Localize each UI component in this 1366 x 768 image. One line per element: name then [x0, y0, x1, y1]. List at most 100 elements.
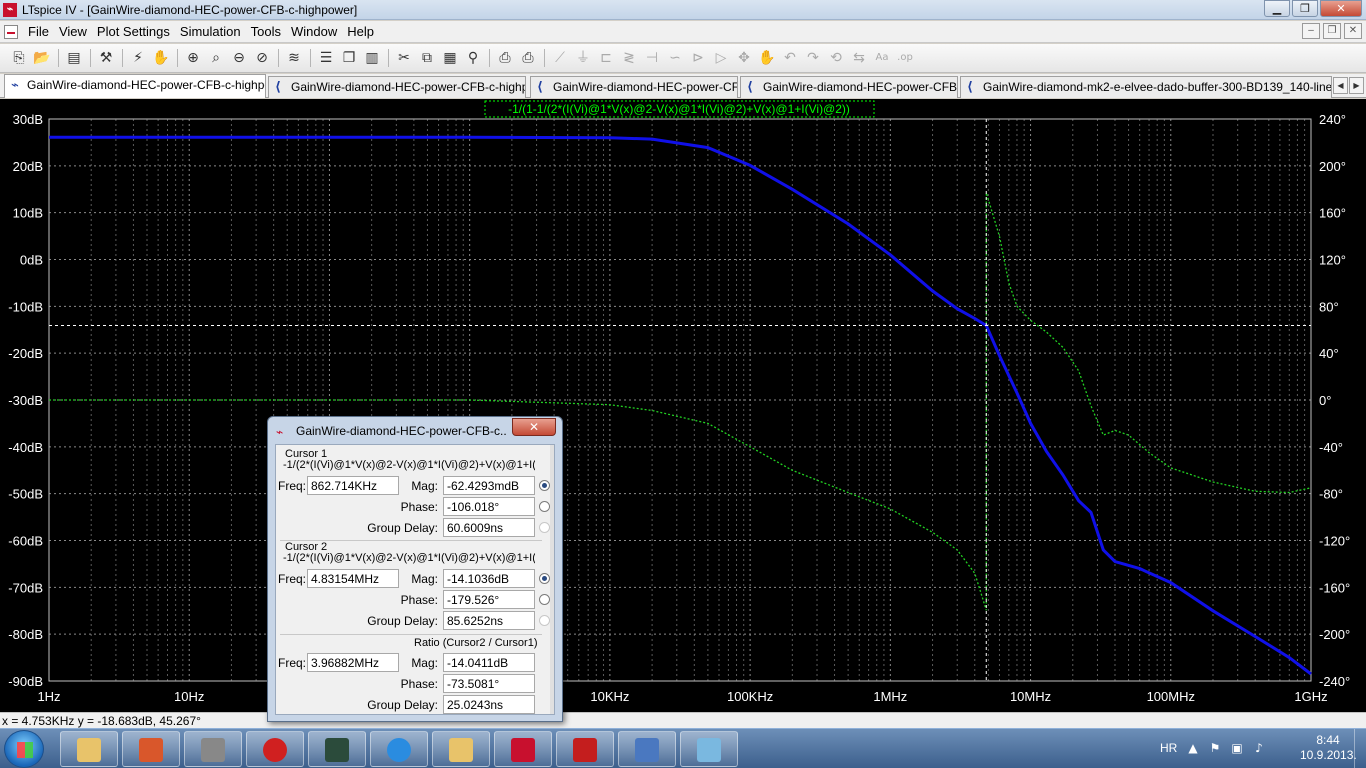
pan-icon[interactable]: ✋ [150, 48, 172, 68]
tile-vertical-icon[interactable]: ▥ [361, 48, 383, 68]
magnitude-trace[interactable] [49, 135, 1312, 676]
taskbar-button[interactable] [680, 731, 738, 767]
minimize-button[interactable]: ▁ [1264, 0, 1290, 17]
mdi-restore-button[interactable]: ❐ [1323, 23, 1341, 39]
taskbar-button[interactable] [432, 731, 490, 767]
taskbar-button[interactable] [556, 731, 614, 767]
inductor-icon[interactable]: ∽ [664, 48, 686, 68]
new-schematic-icon[interactable]: ⎘ [8, 48, 30, 68]
cursor2-group-delay-radio[interactable] [539, 615, 550, 626]
cursor1-phase-radio[interactable] [539, 501, 550, 512]
cursor2-group-delay-field[interactable]: 85.6252ns [443, 611, 535, 630]
menu-tools[interactable]: Tools [249, 24, 289, 39]
find-icon[interactable]: ⚲ [462, 48, 484, 68]
undo-icon[interactable]: ↶ [779, 48, 801, 68]
cascade-icon[interactable]: ❐ [338, 48, 360, 68]
cursor1-mag-field[interactable]: -62.4293mdB [443, 476, 535, 495]
show-hidden-icons-icon[interactable]: ▲ [1186, 742, 1200, 755]
diode-icon[interactable]: ⊳ [687, 48, 709, 68]
tab-gainwire-c-highpower-waveform[interactable]: ⌁ GainWire-diamond-HEC-power-CFB-c-highp… [4, 74, 266, 98]
taskbar-button[interactable] [60, 731, 118, 767]
tab-gainwire-cfb-d-2[interactable]: ⟨ GainWire-diamond-HEC-power-CFB-d-2 [740, 76, 958, 98]
cursor2-mag-radio[interactable] [539, 573, 550, 584]
taskbar-button[interactable] [618, 731, 676, 767]
ratio-mag-field[interactable]: -14.0411dB [443, 653, 535, 672]
clock[interactable]: 8:44 10.9.2013. [1300, 733, 1357, 763]
show-desktop-button[interactable] [1354, 729, 1366, 768]
print-icon[interactable]: ⎙ [517, 48, 539, 68]
zoom-in-icon[interactable]: ⊕ [182, 48, 204, 68]
run-icon[interactable]: ⚡ [127, 48, 149, 68]
cursor2-phase-radio[interactable] [539, 594, 550, 605]
document-menu-icon[interactable] [4, 25, 18, 39]
drag-icon[interactable]: ✋ [756, 48, 778, 68]
zoom-area-icon[interactable]: ⌕ [205, 48, 227, 68]
zoom-cancel-icon[interactable]: ⊘ [251, 48, 273, 68]
mdi-minimize-button[interactable]: – [1302, 23, 1320, 39]
cursor1-group-delay-radio[interactable] [539, 522, 550, 533]
capacitor-icon[interactable]: ⊣ [641, 48, 663, 68]
ratio-group-delay-field[interactable]: 25.0243ns [443, 695, 535, 714]
ratio-freq-field[interactable]: 3.96882MHz [307, 653, 399, 672]
move-icon[interactable]: ✥ [733, 48, 755, 68]
menu-simulation[interactable]: Simulation [178, 24, 249, 39]
start-button[interactable] [4, 730, 44, 768]
menu-file[interactable]: File [26, 24, 57, 39]
rotate-icon[interactable]: ⟲ [825, 48, 847, 68]
ratio-phase-field[interactable]: -73.5081° [443, 674, 535, 693]
maximize-button[interactable]: ❐ [1292, 0, 1318, 17]
cut-icon[interactable]: ✂ [393, 48, 415, 68]
menu-window[interactable]: Window [289, 24, 345, 39]
cursor2-mag-field[interactable]: -14.1036dB [443, 569, 535, 588]
ground-icon[interactable]: ⏚ [572, 48, 594, 68]
paste-icon[interactable]: ▦ [439, 48, 461, 68]
save-icon[interactable]: ▤ [63, 48, 85, 68]
label-icon[interactable]: ⊏ [595, 48, 617, 68]
tab-gainwire-cfb-d[interactable]: ⟨ GainWire-diamond-HEC-power-CFB-d [530, 76, 738, 98]
taskbar-button[interactable] [494, 731, 552, 767]
open-icon[interactable]: 📂 [31, 48, 53, 68]
taskbar-button[interactable] [122, 731, 180, 767]
close-button[interactable]: ✕ [1320, 0, 1362, 17]
menu-help[interactable]: Help [345, 24, 382, 39]
taskbar-button[interactable] [246, 731, 304, 767]
tab-gainwire-mk2-lineamp[interactable]: ⟨ GainWire-diamond-mk2-e-elvee-dado-buff… [960, 76, 1332, 98]
zoom-out-icon[interactable]: ⊖ [228, 48, 250, 68]
cursor1-phase-field[interactable]: -106.018° [443, 497, 535, 516]
tab-gainwire-c-highpower-schematic[interactable]: ⟨ GainWire-diamond-HEC-power-CFB-c-highp… [268, 76, 526, 98]
menu-view[interactable]: View [57, 24, 95, 39]
cursor1-group-delay-field[interactable]: 60.6009ns [443, 518, 535, 537]
mdi-close-button[interactable]: ✕ [1344, 23, 1362, 39]
cursor2-freq-field[interactable]: 4.83154MHz [307, 569, 399, 588]
action-center-icon[interactable]: ⚑ [1208, 742, 1222, 755]
tile-horizontal-icon[interactable]: ☰ [315, 48, 337, 68]
print-preview-icon[interactable]: ⎙ [494, 48, 516, 68]
taskbar-button[interactable] [308, 731, 366, 767]
menu-plot-settings[interactable]: Plot Settings [95, 24, 178, 39]
spice-directive-icon[interactable]: .op [894, 48, 916, 68]
trace-title[interactable]: -1/(1-1/(2*(I(Vi)@1*V(x)@2-V(x)@1*I(Vi)@… [508, 102, 850, 116]
taskbar-button[interactable] [370, 731, 428, 767]
phase-trace[interactable] [49, 192, 1312, 611]
dialog-scrollbar[interactable] [550, 445, 554, 714]
cursor1-freq-field[interactable]: 862.714KHz [307, 476, 399, 495]
tab-scroll-left-button[interactable]: ◀ [1333, 77, 1348, 94]
cursor1-mag-radio[interactable] [539, 480, 550, 491]
bode-plot[interactable]: 30dB 20dB 10dB 0dB -10dB -20dB -30dB -40dB -50dB… [0, 99, 1366, 712]
taskbar-button[interactable] [184, 731, 242, 767]
copy-icon[interactable]: ⧉ [416, 48, 438, 68]
mirror-icon[interactable]: ⇆ [848, 48, 870, 68]
tab-scroll-right-button[interactable]: ▶ [1349, 77, 1364, 94]
waveform-plot-pane[interactable]: 30dB 20dB 10dB 0dB -10dB -20dB -30dB -40dB -50dB… [0, 99, 1366, 712]
cursor2-phase-field[interactable]: -179.526° [443, 590, 535, 609]
component-icon[interactable]: ▷ [710, 48, 732, 68]
ltspice-app-icon[interactable]: ⌁ [3, 3, 17, 17]
autorange-icon[interactable]: ≋ [283, 48, 305, 68]
settings-icon[interactable]: ⚒ [95, 48, 117, 68]
redo-icon[interactable]: ↷ [802, 48, 824, 68]
language-indicator[interactable]: HR [1160, 741, 1177, 755]
text-icon[interactable]: Aa [871, 48, 893, 68]
dialog-close-button[interactable]: ✕ [512, 418, 556, 436]
wire-icon[interactable]: ⟋ [549, 48, 571, 68]
resistor-icon[interactable]: ≷ [618, 48, 640, 68]
